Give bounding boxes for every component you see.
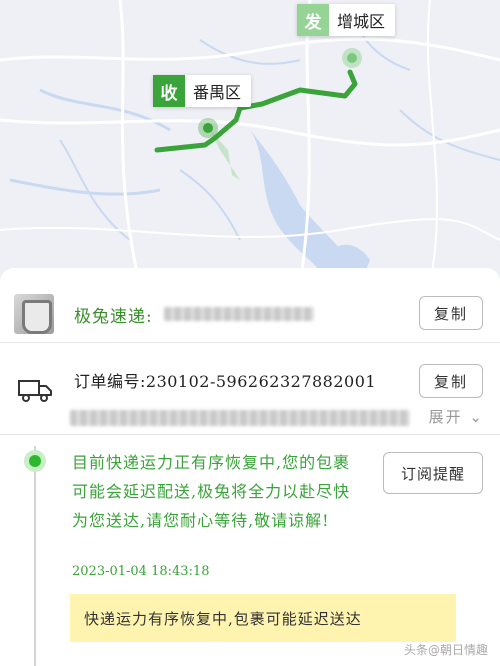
copy-tracking-button[interactable]: 复制 (419, 296, 483, 330)
delay-notice: 快递运力有序恢复中,包裹可能延迟送达 (70, 594, 456, 642)
tracking-number-blurred (164, 307, 314, 321)
destination-district: 番禺区 (193, 83, 242, 102)
origin-district: 增城区 (337, 12, 386, 31)
map-canvas (0, 0, 500, 285)
timeline-status-text: 目前快递运力正有序恢复中,您的包裹可能会延迟配送,极兔将全力以赴尽快为您送达,请… (72, 453, 351, 530)
timeline-line (34, 446, 36, 666)
carrier-row: 极兔速递: 复制 (0, 276, 500, 350)
expand-button[interactable]: 展开 ⌄ (429, 406, 484, 427)
parcel-photo (14, 294, 54, 334)
expand-label: 展开 (428, 408, 463, 426)
destination-tag: 收 (153, 75, 185, 107)
truck-icon (18, 380, 52, 402)
carrier-name: 极兔速递: (74, 307, 153, 327)
subscribe-reminder-button[interactable]: 订阅提醒 (383, 452, 483, 494)
destination-label[interactable]: 收 番禺区 (153, 75, 252, 107)
timeline-timestamp: 2023-01-04 18:43:18 (72, 564, 210, 579)
timeline-dot-icon (24, 450, 46, 472)
chevron-down-icon: ⌄ (469, 408, 484, 426)
copy-order-button[interactable]: 复制 (419, 364, 483, 398)
divider (0, 342, 500, 343)
divider (0, 434, 500, 435)
route-map[interactable]: 发 增城区 收 番禺区 (0, 0, 500, 285)
origin-tag: 发 (297, 4, 329, 36)
order-number: 订单编号:230102-596262327882001 (74, 372, 377, 391)
watermark: 头条@朝日情趣 (403, 643, 488, 657)
address-blurred (70, 410, 410, 426)
tracking-card: 极兔速递: 复制 订单编号:230102-596262327882001 复制 … (0, 268, 500, 666)
order-row: 订单编号:230102-596262327882001 复制 展开 ⌄ (0, 350, 500, 438)
origin-label[interactable]: 发 增城区 (297, 4, 396, 36)
